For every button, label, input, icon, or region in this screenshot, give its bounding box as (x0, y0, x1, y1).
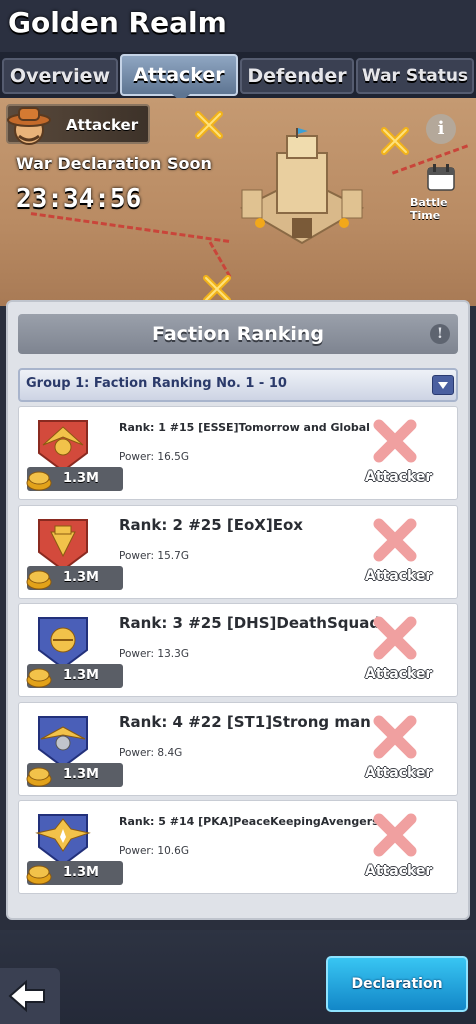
reward-value: 1.3M (63, 668, 99, 683)
rank-text: Rank: 5 #14 [PKA]PeaceKeepingAvengers (119, 815, 379, 828)
info-icon[interactable]: i (426, 114, 456, 144)
ranking-row[interactable]: 1.3M Rank: 2 #25 [EoX]Eox Power: 15.7G A… (18, 504, 458, 599)
group-dropdown-label[interactable]: Group 1: Faction Ranking No. 1 - 10 (26, 376, 287, 391)
x-mark-icon (373, 813, 417, 857)
power-text: Power: 8.4G (119, 746, 183, 759)
back-arrow-icon[interactable] (0, 968, 60, 1024)
gold-coins-icon (26, 570, 52, 589)
reward-value: 1.3M (63, 766, 99, 782)
role-label: Attacker (365, 764, 433, 781)
role-label: Attacker (365, 567, 433, 584)
rank-text: Rank: 2 #25 [EoX]Eox (119, 515, 303, 534)
attack-route (208, 241, 232, 278)
castle-icon[interactable] (232, 128, 372, 258)
role-label: Attacker (66, 116, 139, 134)
tab-attacker[interactable]: Attacker (120, 54, 238, 96)
ranking-row[interactable]: 1.3M Rank: 4 #22 [ST1]Strong man Power: … (18, 701, 458, 796)
gold-coins-icon (26, 668, 52, 688)
info-icon[interactable]: ! (430, 324, 450, 344)
war-status-text: War Declaration Soon (16, 154, 212, 173)
power-text: Power: 15.7G (119, 549, 189, 562)
crossed-swords-icon[interactable] (194, 110, 224, 140)
rank-text: Rank: 1 #15 [ESSE]Tomorrow and Global (119, 421, 370, 434)
reward-value: 1.3M (63, 569, 99, 585)
cowboy-avatar-icon (7, 107, 51, 145)
chevron-down-icon[interactable] (432, 375, 454, 395)
tab-overview[interactable]: Overview (2, 58, 118, 94)
panel-title: Faction Ranking (152, 323, 324, 345)
power-text: Power: 10.6G (119, 845, 189, 857)
tab-defender[interactable]: Defender (240, 58, 354, 94)
battle-time-label[interactable]: Battle Time (410, 196, 476, 222)
tab-war-status[interactable]: War Status (356, 58, 474, 94)
role-label: Attacker (365, 666, 433, 682)
ranking-list: 1.3M Rank: 1 #15 [ESSE]Tomorrow and Glob… (18, 406, 458, 899)
x-mark-icon (373, 419, 417, 463)
reward-value: 1.3M (63, 865, 99, 880)
gold-coins-icon (26, 865, 52, 885)
back-button[interactable] (0, 968, 60, 1024)
ranking-row[interactable]: 1.3M Rank: 3 #25 [DHS]DeathSquad Power: … (18, 603, 458, 697)
role-label: Attacker (365, 863, 433, 879)
x-mark-icon (373, 616, 417, 660)
x-mark-icon (373, 518, 417, 561)
role-label: Attacker (365, 469, 433, 485)
tab-bar: Overview Attacker Defender War Status (0, 52, 476, 98)
gold-coins-icon (26, 471, 52, 491)
calendar-icon[interactable] (426, 164, 456, 192)
attack-route (30, 212, 230, 243)
ranking-row[interactable]: 1.3M Rank: 1 #15 [ESSE]Tomorrow and Glob… (18, 406, 458, 500)
ranking-row[interactable]: 1.3M Rank: 5 #14 [PKA]PeaceKeepingAvenge… (18, 800, 458, 894)
reward-value: 1.3M (63, 471, 99, 486)
power-text: Power: 13.3G (119, 648, 189, 660)
countdown-timer: 23:34:56 (16, 184, 142, 214)
x-mark-icon (373, 715, 417, 758)
crossed-swords-icon[interactable] (380, 126, 410, 156)
rank-text: Rank: 3 #25 [DHS]DeathSquad (119, 614, 381, 632)
rank-text: Rank: 4 #22 [ST1]Strong man (119, 712, 371, 731)
gold-coins-icon (26, 767, 52, 786)
declaration-record-label[interactable]: Declaration Record (326, 956, 468, 1012)
page-title: Golden Realm (8, 6, 227, 39)
power-text: Power: 16.5G (119, 451, 189, 463)
